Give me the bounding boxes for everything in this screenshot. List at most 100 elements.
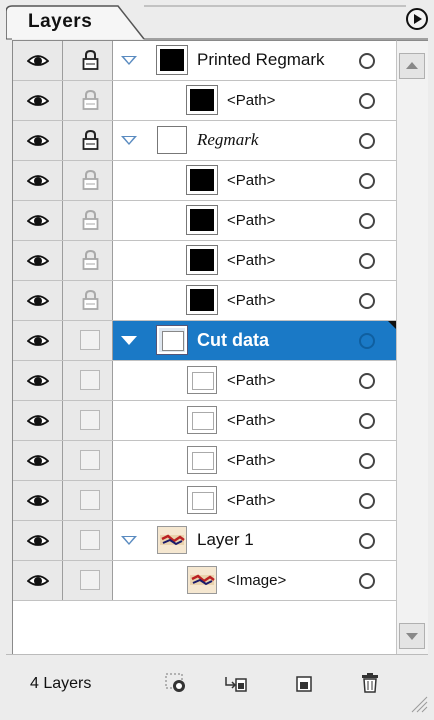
visibility-toggle[interactable] [13, 201, 63, 240]
layer-content[interactable]: <Path> [113, 161, 397, 200]
lock-toggle[interactable] [63, 121, 113, 160]
layer-content[interactable]: Printed Regmark [113, 41, 397, 80]
tab-layers[interactable]: Layers [28, 11, 92, 33]
lock-icon [82, 250, 99, 270]
layer-name[interactable]: <Image> [227, 572, 286, 589]
visibility-toggle[interactable] [13, 81, 63, 120]
layer-content[interactable]: Regmark [113, 121, 397, 160]
layer-name[interactable]: <Path> [227, 292, 275, 309]
visibility-toggle[interactable] [13, 41, 63, 80]
target-circle-icon[interactable] [359, 573, 375, 589]
visibility-toggle[interactable] [13, 481, 63, 520]
resize-grip-icon[interactable] [408, 693, 428, 713]
layer-content[interactable]: <Path> [113, 81, 397, 120]
trash-icon[interactable] [358, 671, 382, 695]
target-circle-icon[interactable] [359, 93, 375, 109]
sublayer-row[interactable]: <Path> [13, 441, 397, 481]
sublayer-row[interactable]: <Path> [13, 81, 397, 121]
panel-tab-bar: Layers [6, 4, 428, 40]
layer-row[interactable]: Regmark [13, 121, 397, 161]
lock-toggle[interactable] [63, 561, 113, 600]
target-circle-icon[interactable] [359, 253, 375, 269]
layer-name[interactable]: Printed Regmark [197, 50, 325, 70]
lock-toggle[interactable] [63, 161, 113, 200]
expand-triangle-inner [124, 57, 134, 63]
layer-thumbnail [187, 366, 217, 394]
target-circle-icon[interactable] [359, 133, 375, 149]
layer-name[interactable]: <Path> [227, 172, 275, 189]
target-circle-icon[interactable] [359, 373, 375, 389]
sublayer-row[interactable]: <Path> [13, 401, 397, 441]
lock-toggle[interactable] [63, 361, 113, 400]
layer-content[interactable]: <Path> [113, 201, 397, 240]
target-circle-icon[interactable] [359, 533, 375, 549]
flyout-menu-icon[interactable] [406, 8, 428, 30]
target-circle-icon[interactable] [359, 413, 375, 429]
layer-content[interactable]: <Image> [113, 561, 397, 600]
layer-thumbnail [157, 526, 187, 554]
target-circle-icon[interactable] [359, 173, 375, 189]
layer-content[interactable]: <Path> [113, 401, 397, 440]
layer-content[interactable]: <Path> [113, 281, 397, 320]
layer-name[interactable]: <Path> [227, 372, 275, 389]
scroll-down-arrow-icon[interactable] [399, 623, 425, 649]
visibility-toggle[interactable] [13, 241, 63, 280]
create-sublayer-icon[interactable] [224, 671, 248, 695]
scroll-up-arrow-icon[interactable] [399, 53, 425, 79]
layer-content[interactable]: <Path> [113, 481, 397, 520]
lock-toggle[interactable] [63, 41, 113, 80]
make-clipping-mask-icon[interactable] [164, 671, 188, 695]
lock-toggle[interactable] [63, 281, 113, 320]
visibility-toggle[interactable] [13, 281, 63, 320]
visibility-toggle[interactable] [13, 321, 63, 360]
layer-name[interactable]: <Path> [227, 492, 275, 509]
target-circle-icon[interactable] [359, 293, 375, 309]
layer-name[interactable]: <Path> [227, 252, 275, 269]
target-circle-icon[interactable] [359, 493, 375, 509]
lock-toggle[interactable] [63, 201, 113, 240]
layer-name[interactable]: Regmark [197, 130, 258, 150]
layer-content[interactable]: <Path> [113, 441, 397, 480]
lock-toggle[interactable] [63, 81, 113, 120]
layer-row[interactable]: Printed Regmark [13, 41, 397, 81]
lock-toggle[interactable] [63, 241, 113, 280]
sublayer-row[interactable]: <Image> [13, 561, 397, 601]
layer-content[interactable]: <Path> [113, 361, 397, 400]
layer-name[interactable]: <Path> [227, 452, 275, 469]
layer-name[interactable]: Cut data [197, 330, 269, 351]
lock-toggle[interactable] [63, 521, 113, 560]
visibility-toggle[interactable] [13, 561, 63, 600]
layer-content[interactable]: Layer 1 [113, 521, 397, 560]
layer-content[interactable]: Cut data [113, 321, 397, 360]
layer-name[interactable]: <Path> [227, 212, 275, 229]
sublayer-row[interactable]: <Path> [13, 161, 397, 201]
layer-row[interactable]: Layer 1 [13, 521, 397, 561]
create-new-layer-icon[interactable] [292, 671, 316, 695]
layer-name[interactable]: <Path> [227, 92, 275, 109]
lock-toggle[interactable] [63, 401, 113, 440]
lock-toggle[interactable] [63, 441, 113, 480]
scrollbar[interactable] [396, 40, 428, 654]
sublayer-row[interactable]: <Path> [13, 241, 397, 281]
layer-name[interactable]: <Path> [227, 412, 275, 429]
visibility-toggle[interactable] [13, 401, 63, 440]
layer-row[interactable]: Cut data [13, 321, 397, 361]
visibility-toggle[interactable] [13, 441, 63, 480]
visibility-toggle[interactable] [13, 521, 63, 560]
sublayer-row[interactable]: <Path> [13, 201, 397, 241]
target-circle-icon[interactable] [359, 333, 375, 349]
layer-name[interactable]: Layer 1 [197, 530, 254, 550]
lock-toggle[interactable] [63, 481, 113, 520]
visibility-toggle[interactable] [13, 161, 63, 200]
target-circle-icon[interactable] [359, 453, 375, 469]
visibility-toggle[interactable] [13, 121, 63, 160]
visibility-toggle[interactable] [13, 361, 63, 400]
lock-toggle[interactable] [63, 321, 113, 360]
layer-content[interactable]: <Path> [113, 241, 397, 280]
sublayer-row[interactable]: <Path> [13, 281, 397, 321]
sublayer-row[interactable]: <Path> [13, 481, 397, 521]
target-circle-icon[interactable] [359, 53, 375, 69]
target-circle-icon[interactable] [359, 213, 375, 229]
sublayer-row[interactable]: <Path> [13, 361, 397, 401]
expand-triangle-icon[interactable] [121, 336, 137, 345]
